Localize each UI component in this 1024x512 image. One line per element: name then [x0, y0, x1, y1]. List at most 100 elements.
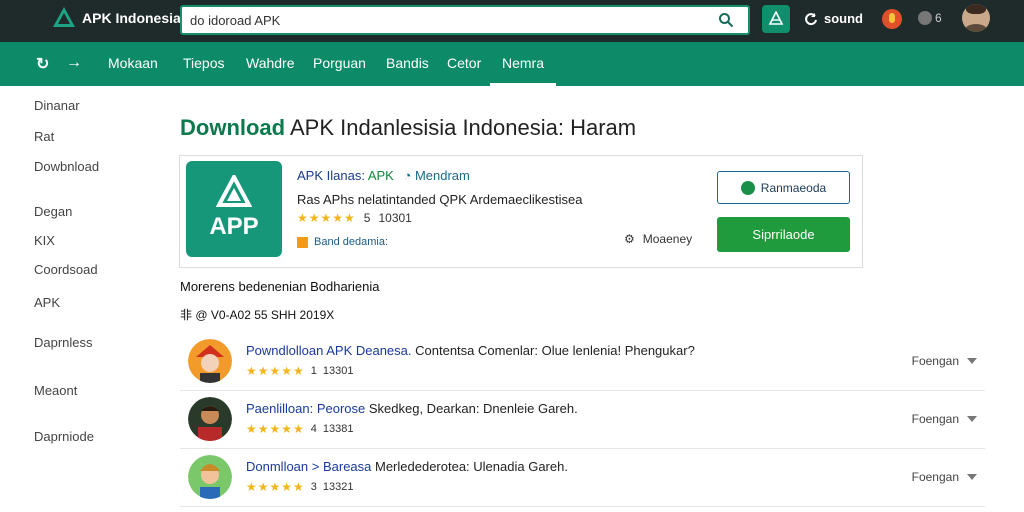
nav-item-5[interactable]: Cetor [447, 55, 481, 71]
list-item-dropdown-label: Foengan [911, 470, 959, 484]
nav-item-0[interactable]: Mokaan [108, 55, 158, 71]
sidebar-item-8[interactable]: Meaont [34, 383, 77, 398]
sidebar-item-5[interactable]: Coordsoad [34, 262, 98, 277]
app-meta[interactable]: ⚙ Moaeney [624, 232, 692, 246]
search-icon[interactable] [718, 12, 734, 28]
app-rating: ★★★★★ 5 10301 [297, 211, 412, 225]
list-item-title[interactable]: Paenlilloan: Peorose Skedkeg, Dearkan: D… [246, 401, 578, 416]
app-note-text: Mendram [414, 168, 470, 183]
avatar [188, 397, 232, 441]
list-item-dropdown-label: Foengan [911, 354, 959, 368]
section-title: Morerens bedenenian Bodharienia [180, 279, 380, 294]
top-bar: APK Indonesia do idoroad APK sound 6 [0, 0, 1024, 42]
list-item-link[interactable]: Powndlolloan APK Deanesa. [246, 343, 412, 358]
list-item-dropdown[interactable]: Foengan [912, 470, 977, 484]
star-rating-icon: ★★★★★ [297, 211, 356, 225]
list-item-size: 13381 [322, 423, 354, 435]
app-tag-text: Band dedamia: [314, 236, 388, 248]
app-logo-icon [216, 175, 252, 207]
page-title-rest: APK Indanlesisia Indonesia: Haram [285, 115, 637, 140]
list-item[interactable]: Paenlilloan: Peorose Skedkeg, Dearkan: D… [180, 394, 985, 449]
nav-item-6[interactable]: Nemra [489, 55, 557, 86]
circle-icon [918, 11, 932, 25]
count-value: 6 [935, 11, 942, 25]
list-item-title-rest: Contentsa Comenlar: Olue lenlenia! Pheng… [411, 343, 695, 358]
tag-icon [297, 236, 308, 248]
list-item-dropdown[interactable]: Foengan [912, 412, 977, 426]
sidebar-item-7[interactable]: Daprnless [34, 335, 93, 350]
shield-button[interactable] [762, 5, 790, 33]
chevron-down-icon [967, 358, 977, 364]
app-icon-text: APP [209, 213, 259, 240]
list-item[interactable]: Donmlloan > Bareasa Merledederotea: Ulen… [180, 452, 985, 507]
settings-icon: ⚙ [624, 232, 635, 246]
app-meta-text: Moaeney [642, 232, 693, 246]
list-item-size: 13321 [322, 481, 354, 493]
list-item-rating-value: 3 [310, 481, 317, 493]
nav-item-1[interactable]: Tiepos [183, 55, 225, 71]
app-name-text: APK Ilanas: [297, 168, 365, 183]
app-name[interactable]: APK Ilanas: APK ◔ Mendram [297, 168, 470, 183]
nav-item-3[interactable]: Porguan [313, 55, 366, 71]
list-item[interactable]: Powndlolloan APK Deanesa. Contentsa Come… [180, 336, 985, 391]
secondary-button-label: Ranmaeoda [760, 180, 827, 195]
sidebar-item-6[interactable]: APK [34, 295, 60, 310]
list-item-rating: ★★★★★ 3 13321 [246, 480, 354, 494]
forward-arrow-icon[interactable]: → [66, 54, 82, 72]
app-icon[interactable]: APP [186, 161, 282, 257]
list-item-rating: ★★★★★ 4 13381 [246, 422, 354, 436]
list-item-rating-value: 1 [310, 365, 317, 377]
star-rating-icon: ★★★★★ [246, 480, 305, 494]
sound-toggle[interactable]: sound [804, 11, 863, 26]
sidebar-item-4[interactable]: KIX [34, 233, 55, 248]
logo-icon [53, 7, 75, 27]
site-logo[interactable]: APK Indonesia [52, 6, 181, 30]
chevron-down-icon [967, 474, 977, 480]
search-input[interactable]: do idoroad APK [180, 5, 750, 35]
page-title-accent: Download [180, 115, 286, 140]
sidebar-item-3[interactable]: Degan [34, 204, 72, 219]
star-rating-icon: ★★★★★ [246, 422, 305, 436]
app-description: Ras APhs nelatintanded QPK Ardemaeclikes… [297, 192, 583, 207]
list-item-title[interactable]: Powndlolloan APK Deanesa. Contentsa Come… [246, 343, 695, 358]
secondary-button[interactable]: Ranmaeoda [717, 171, 850, 204]
chat-icon [740, 180, 755, 195]
download-button[interactable]: Siprrilaode [717, 217, 850, 252]
notification-icon[interactable] [882, 9, 902, 29]
list-item-rating: ★★★★★ 1 13301 [246, 364, 354, 378]
sidebar-item-0[interactable]: Dinanar [34, 98, 80, 113]
list-item-rating-value: 4 [310, 423, 317, 435]
list-item-link[interactable]: Donmlloan > Bareasa [246, 459, 371, 474]
list-item-dropdown[interactable]: Foengan [912, 354, 977, 368]
nav-bar: ↻ → Mokaan Tiepos Wahdre Porguan Bandis … [0, 42, 1024, 86]
list-item-title-rest: Merledederotea: Ulenadia Gareh. [371, 459, 568, 474]
nav-item-2[interactable]: Wahdre [246, 55, 295, 71]
refresh-icon[interactable]: ↻ [36, 54, 49, 74]
count-badge[interactable]: 6 [918, 11, 942, 25]
app-rating-count: 5 [363, 211, 371, 225]
sidebar-item-2[interactable]: Dowbnload [34, 159, 99, 174]
sidebar-item-1[interactable]: Rat [34, 129, 54, 144]
avatar [188, 455, 232, 499]
list-item-dropdown-label: Foengan [911, 412, 959, 426]
list-item-link[interactable]: Paenlilloan: Peorose [246, 401, 365, 416]
section-info: 非 @ V0-A02 55 SHH 2019X [180, 308, 335, 322]
nav-item-4[interactable]: Bandis [386, 55, 429, 71]
chevron-down-icon [967, 416, 977, 422]
avatar [188, 339, 232, 383]
app-note: ◔ Mendram [403, 168, 470, 183]
list-item-title[interactable]: Donmlloan > Bareasa Merledederotea: Ulen… [246, 459, 568, 474]
app-tag[interactable]: Band dedamia: [297, 236, 388, 248]
logo-text: APK Indonesia [82, 10, 181, 26]
app-rating-size: 10301 [378, 211, 412, 225]
featured-app-card: APP APK Ilanas: APK ◔ Mendram Ras APhs n… [179, 155, 863, 268]
app-mod-label: APK [367, 168, 394, 183]
page-title: Download APK Indanlesisia Indonesia: Har… [180, 115, 636, 141]
shield-icon [768, 11, 784, 25]
sidebar-item-9[interactable]: Daprniode [34, 429, 94, 444]
list-item-title-rest: Skedkeg, Dearkan: Dnenleie Gareh. [365, 401, 578, 416]
user-avatar[interactable] [962, 4, 990, 32]
search-value: do idoroad APK [190, 12, 281, 28]
sound-label: sound [824, 11, 863, 26]
refresh-icon [805, 12, 817, 25]
